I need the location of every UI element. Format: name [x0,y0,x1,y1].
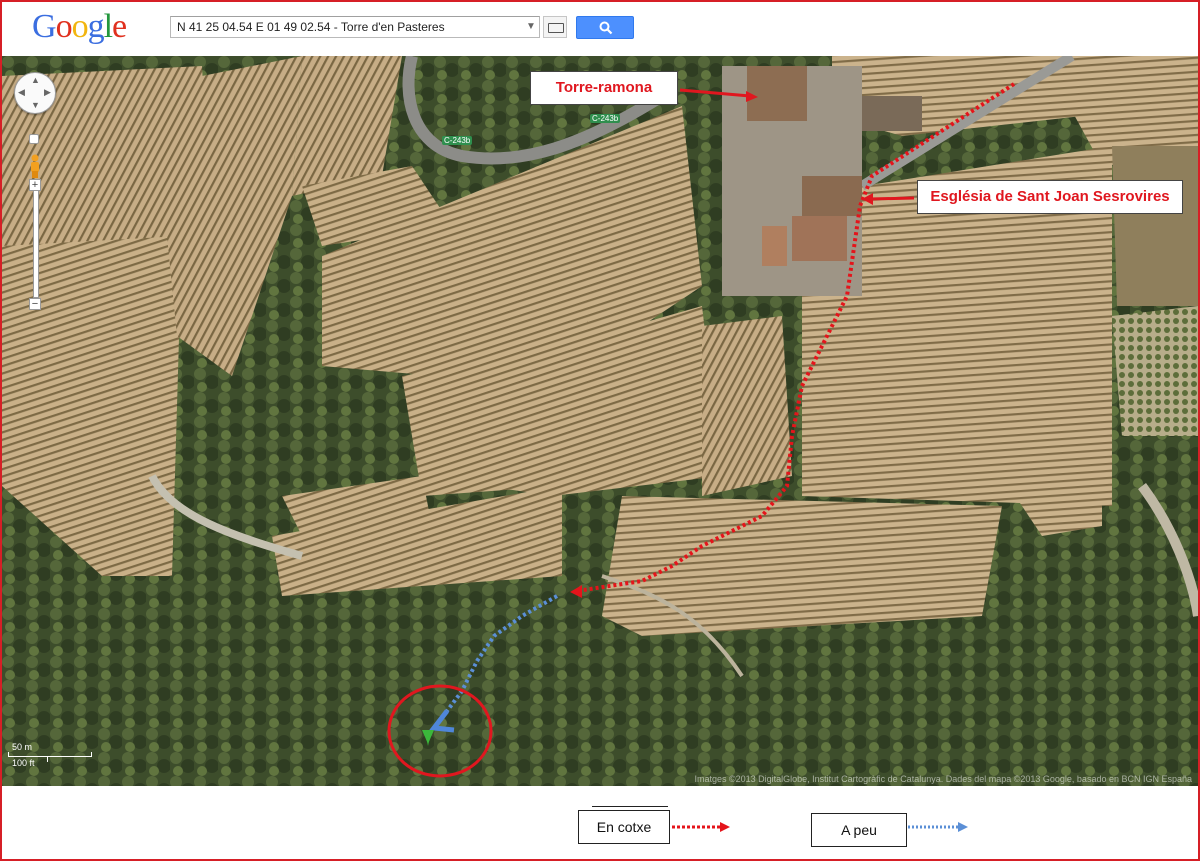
legend-car-line [672,822,730,832]
car-route [576,82,1016,593]
satellite-map[interactable]: Torre-ramona Església de Sant Joan Sesro… [2,56,1198,786]
arrow-esglesia [869,196,915,201]
foot-route-end [429,709,455,733]
legend-foot-label: A peu [811,813,907,847]
zoom-out-button[interactable]: − [29,298,41,310]
pan-control[interactable]: ▲ ▼ ◀ ▶ [14,72,56,114]
pegman-icon[interactable] [28,154,42,178]
scale-imperial: 100 ft [12,758,35,768]
car-route-arrowhead [570,585,582,598]
route-legend: En cotxe A peu [2,786,1198,859]
label-torre-ramona: Torre-ramona [530,71,678,105]
foot-route [445,594,558,713]
arrow-torre [679,88,751,98]
zoom-control[interactable]: + − [28,134,42,312]
reset-icon[interactable] [29,134,39,144]
legend-car-label: En cotxe [578,810,670,844]
label-esglesia: Església de Sant Joan Sesrovires [917,180,1183,214]
map-attribution: Imatges ©2013 DigitalGlobe, Institut Car… [694,774,1192,784]
scale-metric: 50 m [12,742,33,752]
search-button[interactable] [576,16,634,39]
legend-foot-line [908,822,968,832]
header-bar: Google N 41 25 04.54 E 01 49 02.54 - Tor… [2,2,1198,56]
scale-bar: 50 m 100 ft [8,742,108,772]
road-label: C-243b [590,114,621,123]
google-logo[interactable]: Google [32,8,127,46]
road-label: C-243b [442,136,473,145]
search-icon [599,21,613,35]
keyboard-icon[interactable] [543,16,567,38]
route-overlay [387,82,1016,778]
zoom-slider[interactable] [33,190,39,298]
chevron-down-icon[interactable]: ▼ [522,16,540,38]
search-input[interactable]: N 41 25 04.54 E 01 49 02.54 - Torre d'en… [170,16,540,38]
